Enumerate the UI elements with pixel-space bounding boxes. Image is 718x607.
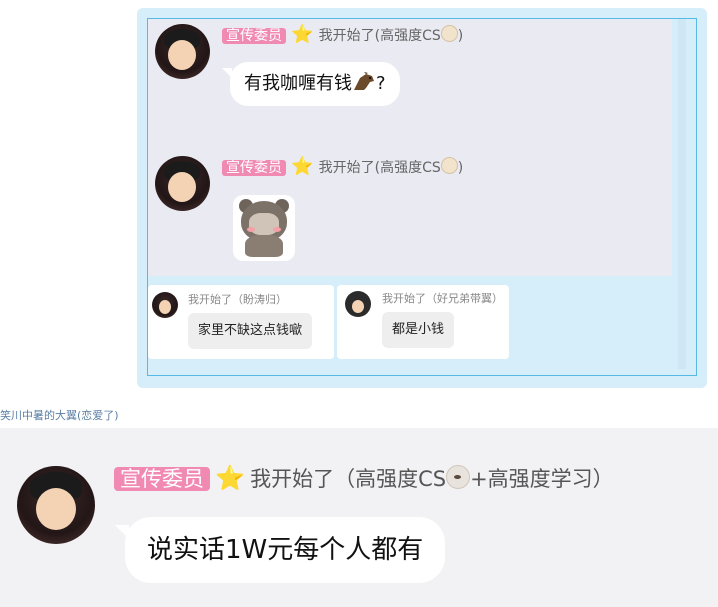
avatar[interactable] [17, 466, 95, 544]
star-icon: ⭐ [215, 464, 245, 492]
sender-nickname[interactable]: 我开始了（高强度CS +高强度学习） [250, 465, 614, 491]
reply-bubble: 家里不缺这点钱噷 [188, 313, 313, 349]
message-text-suffix: ? [376, 73, 386, 94]
dog-icon [440, 157, 458, 174]
message-header: 宣传委员 ⭐ 我开始了（高强度CS +高强度学习） [114, 464, 614, 493]
dog-icon [446, 465, 471, 489]
role-badge: 宣传委员 [222, 160, 286, 176]
message-header: 宣传委员 ⭐ 我开始了(高强度CS) [222, 25, 463, 46]
avatar[interactable] [155, 24, 210, 79]
reply-sender: 我开始了（好兄弟带翼） [382, 292, 503, 305]
message-text: 说实话1W元每个人都有 [147, 535, 424, 565]
scrollbar[interactable] [678, 19, 686, 369]
message-header: 宣传委员 ⭐ 我开始了(高强度CS) [222, 157, 463, 178]
reply-sender: 我开始了（盼涛归） [188, 293, 287, 306]
dog-icon [440, 25, 458, 42]
horse-icon [354, 72, 374, 90]
sender-nickname[interactable]: 我开始了(高强度CS) [319, 157, 463, 176]
reply-card[interactable]: 我开始了（盼涛归） 家里不缺这点钱噷 [148, 285, 334, 359]
role-badge: 宣传委员 [114, 467, 210, 491]
avatar [152, 292, 178, 318]
role-badge: 宣传委员 [222, 28, 286, 44]
reply-card[interactable]: 我开始了（好兄弟带翼） 都是小钱 [337, 285, 509, 359]
message-bubble[interactable]: 有我咖喱有钱? [222, 62, 400, 106]
sender-nickname[interactable]: 我开始了(高强度CS) [319, 25, 463, 44]
message-text: 有我咖喱有钱 [244, 73, 352, 94]
avatar [345, 291, 371, 317]
avatar[interactable] [155, 156, 210, 211]
message-bubble[interactable]: 说实话1W元每个人都有 [114, 517, 446, 583]
star-icon: ⭐ [291, 24, 314, 45]
reply-bubble: 都是小钱 [382, 312, 455, 348]
star-icon: ⭐ [291, 156, 314, 177]
forward-sender-name[interactable]: 笑川中暑的大翼(恋爱了) [0, 409, 119, 423]
bear-sticker[interactable] [233, 195, 295, 261]
